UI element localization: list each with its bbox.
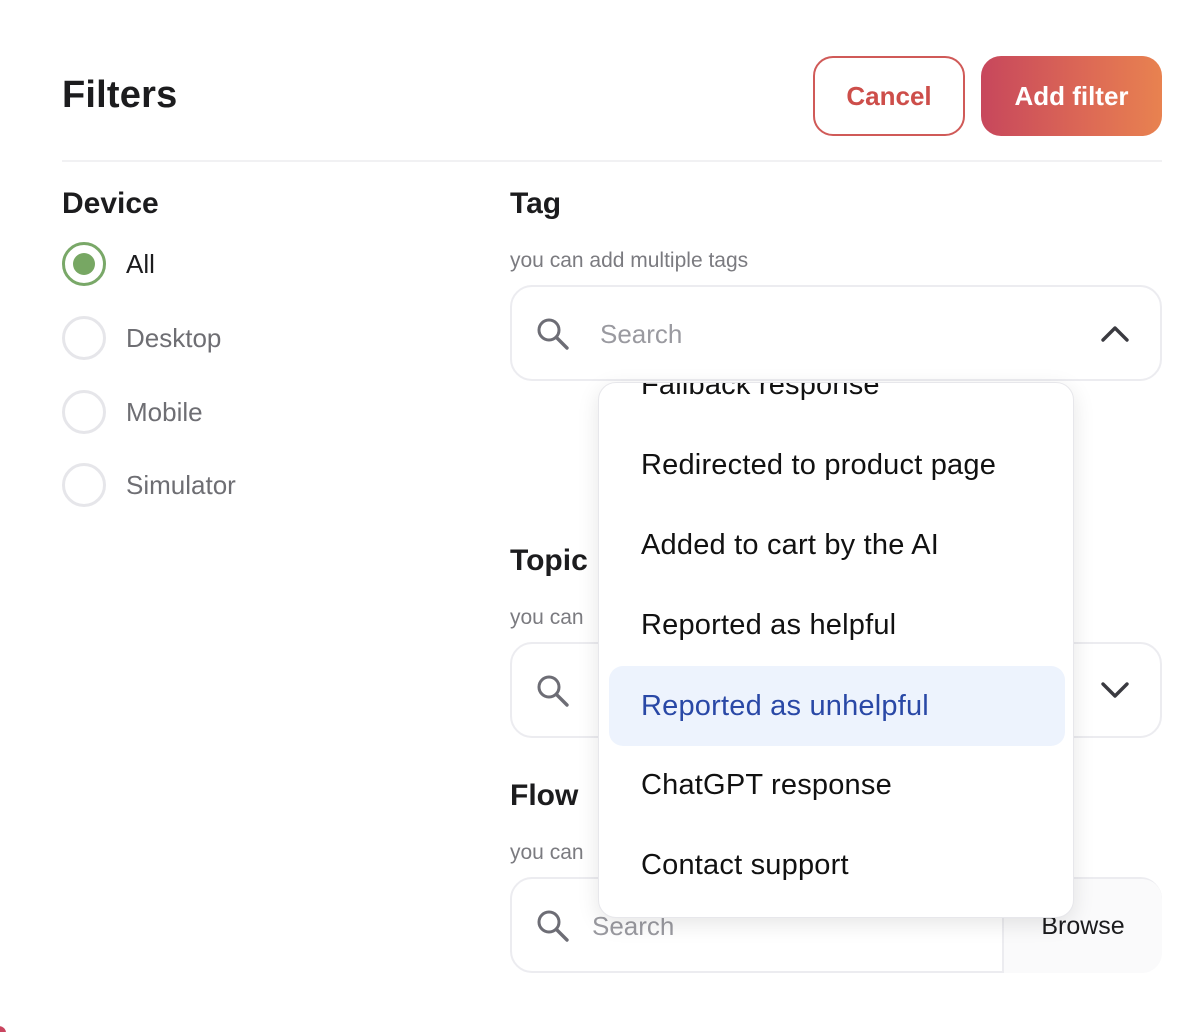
dropdown-item-highlighted[interactable]: Reported as unhelpful <box>609 666 1065 746</box>
page-title: Filters <box>62 74 178 116</box>
radio-button[interactable] <box>62 242 106 286</box>
dropdown-item[interactable]: Redirected to product page <box>609 425 1065 505</box>
header-divider <box>62 160 1162 162</box>
topic-title: Topic <box>510 544 588 577</box>
device-title: Device <box>62 187 159 220</box>
search-icon <box>537 910 569 942</box>
tag-title: Tag <box>510 187 562 220</box>
topic-hint: you can <box>510 606 584 629</box>
device-option-label: All <box>126 248 155 279</box>
flow-title: Flow <box>510 779 579 812</box>
radio-button[interactable] <box>62 390 106 434</box>
dropdown-item[interactable]: Added to cart by the AI <box>609 505 1065 585</box>
tag-search-field[interactable]: Search <box>510 285 1162 381</box>
flow-hint: you can <box>510 841 584 864</box>
chevron-up-icon[interactable] <box>1100 323 1130 343</box>
device-option-desktop[interactable]: Desktop <box>62 316 221 360</box>
tag-dropdown-menu[interactable]: Fallback response Redirected to product … <box>598 382 1074 918</box>
tag-search-input[interactable]: Search <box>600 319 682 350</box>
device-option-all[interactable]: All <box>62 242 155 286</box>
device-option-label: Mobile <box>126 396 203 427</box>
dropdown-item[interactable]: Fallback response <box>609 383 1065 425</box>
filters-header: Filters Cancel Add filter <box>62 56 1162 136</box>
dropdown-item[interactable]: Contact support <box>609 825 1065 905</box>
radio-button[interactable] <box>62 316 106 360</box>
device-option-simulator[interactable]: Simulator <box>62 463 236 507</box>
search-icon <box>537 318 569 350</box>
dropdown-item[interactable]: ChatGPT response <box>609 745 1065 825</box>
corner-accent <box>0 1026 6 1032</box>
device-option-label: Simulator <box>126 469 236 500</box>
device-option-label: Desktop <box>126 322 222 353</box>
tag-hint: you can add multiple tags <box>510 249 749 272</box>
cancel-button[interactable]: Cancel <box>813 56 965 136</box>
device-option-mobile[interactable]: Mobile <box>62 390 203 434</box>
chevron-down-icon[interactable] <box>1100 680 1130 700</box>
add-filter-button[interactable]: Add filter <box>981 56 1162 136</box>
dropdown-item[interactable]: Reported as helpful <box>609 585 1065 665</box>
radio-button[interactable] <box>62 463 106 507</box>
search-icon <box>537 675 569 707</box>
